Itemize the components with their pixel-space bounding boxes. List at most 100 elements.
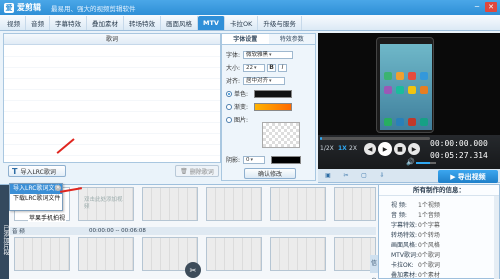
tab-transitions[interactable]: 转场特效 [124, 16, 161, 30]
fullscreen-icon[interactable]: ▢ [360, 172, 368, 180]
delete-lyrics-label: 删除歌词 [189, 168, 214, 176]
info-value: 1个音频 [418, 212, 440, 219]
size-select[interactable]: 22▾ [243, 63, 266, 72]
speed-normal[interactable]: 1X [338, 145, 347, 152]
empty-clip-slot[interactable] [78, 237, 134, 271]
app-name: 爱剪辑 [17, 3, 41, 12]
playback-progress[interactable] [320, 137, 430, 140]
tab-audio[interactable]: 音频 [26, 16, 50, 30]
shadow-label: 阴影: [226, 157, 241, 164]
export-toolbar: ▣ ✂ ▢ ⇩ ▶ 导出视频 [318, 169, 500, 183]
play-icon[interactable]: ▶ [378, 142, 392, 156]
export-video-button[interactable]: ▶ 导出视频 [438, 170, 498, 183]
info-row: MTV歌词: 0个歌词 [391, 250, 440, 259]
align-select[interactable]: 居中对齐▾ [243, 76, 286, 85]
app-tile [396, 72, 404, 80]
tab-mtv[interactable]: MTV [198, 16, 225, 30]
tab-karaoke[interactable]: 卡拉OK [225, 16, 259, 30]
font-settings-panel: 字体设置 特效参数 字体: 微软雅黑▾ 大小: 22▾ B I 对齐: 居中对齐… [221, 33, 316, 181]
info-row: 叠加素材: 0个素材 [391, 270, 440, 279]
size-value: 22 [246, 64, 254, 71]
tab-video[interactable]: 视频 [2, 16, 26, 30]
bold-button[interactable]: B [267, 63, 277, 72]
confirm-button[interactable]: 确认修改 [244, 168, 296, 179]
tab-subtitle-effects[interactable]: 字幕特效 [50, 16, 87, 30]
app-tagline: 最易用、强大的视频剪辑软件 [51, 4, 136, 13]
image-label: 图片: [234, 117, 249, 124]
info-value: 1个视频 [418, 202, 440, 209]
image-radio[interactable] [226, 116, 232, 123]
empty-clip-slot[interactable] [334, 187, 376, 221]
delete-lyrics-button[interactable]: 🗑 删除歌词 [175, 165, 219, 177]
clip-caption: 苹果手机拍视 [28, 213, 67, 222]
text-icon: T [12, 166, 18, 176]
app-tile [420, 86, 428, 94]
app-tile [384, 86, 392, 94]
empty-clip-slot[interactable] [206, 237, 262, 271]
font-select[interactable]: 微软雅黑▾ [243, 50, 294, 59]
audio-track[interactable]: 音 频 [10, 227, 376, 235]
download-icon[interactable]: ⇩ [378, 172, 386, 180]
volume-fill [416, 162, 430, 164]
gradient-swatch[interactable] [254, 102, 293, 111]
info-row: 视 频: 1个视频 [391, 200, 440, 209]
tab-effect-params[interactable]: 特效参数 [269, 34, 316, 44]
single-color-radio[interactable] [226, 90, 232, 97]
shadow-select[interactable]: 0▾ [243, 155, 266, 164]
empty-clip-slot[interactable] [270, 187, 326, 221]
volume-slider[interactable] [416, 162, 436, 164]
app-tile [420, 118, 428, 126]
next-frame-icon[interactable]: ▶ [408, 143, 420, 155]
timeline-side-tab[interactable]: 已添加片段 [0, 185, 9, 279]
gradient-radio[interactable] [226, 103, 232, 110]
shadow-color-swatch[interactable] [271, 155, 302, 164]
close-button[interactable]: ✕ [485, 2, 497, 12]
scissors-icon[interactable]: ✂ [342, 172, 350, 180]
empty-clip-slot[interactable] [270, 237, 326, 271]
info-value: 0个风格 [418, 242, 440, 249]
tab-upgrade[interactable]: 升级与服务 [258, 16, 302, 30]
speed-double[interactable]: 2X [349, 145, 357, 152]
empty-clip-slot[interactable] [142, 187, 198, 221]
tab-overlay[interactable]: 叠加素材 [87, 16, 124, 30]
image-preview[interactable] [262, 122, 300, 148]
tab-font-settings[interactable]: 字体设置 [222, 34, 269, 44]
size-label: 大小: [226, 65, 241, 72]
info-scrollbar[interactable] [494, 196, 499, 279]
minimize-button[interactable]: ─ [471, 2, 483, 12]
tab-styles[interactable]: 画面风格 [161, 16, 198, 30]
single-color-label: 单色: [234, 91, 249, 98]
volume-icon[interactable]: 🔊 [406, 158, 415, 166]
add-video-hint: 双击此处添加视频 [84, 197, 123, 210]
empty-clip-slot[interactable] [14, 237, 70, 271]
app-tile [384, 118, 392, 126]
info-row: 画面风格: 0个风格 [391, 240, 440, 249]
lyrics-list[interactable]: 歌词 [3, 33, 221, 163]
total-time: 00:05:27.314 [430, 151, 488, 160]
info-value: 0个歌词 [418, 262, 440, 269]
audio-track-label: 音 频 [12, 229, 25, 235]
stop-icon[interactable]: ■ [394, 143, 406, 155]
prev-frame-icon[interactable]: ◀ [364, 143, 376, 155]
speed-half[interactable]: 1/2X [320, 145, 334, 152]
info-value: 0个歌词 [418, 252, 440, 259]
snapshot-icon[interactable]: ▣ [324, 172, 332, 180]
cut-icon[interactable]: ✂ [185, 262, 201, 278]
app-tile [408, 72, 416, 80]
timeline-side-label: 已添加片段 [2, 225, 9, 255]
align-value: 居中对齐 [246, 77, 269, 84]
single-color-swatch[interactable] [254, 89, 293, 98]
italic-button[interactable]: I [278, 63, 288, 72]
import-lrc-label: 导入LRC歌词 [20, 168, 56, 176]
info-side-button[interactable]: 信息 [370, 255, 378, 279]
menu-item-download-lrc-file[interactable]: 下载LRC歌词文件 [10, 194, 62, 204]
window-controls: ─ ✕ [471, 2, 497, 12]
app-tile [408, 118, 416, 126]
empty-clip-slot[interactable] [206, 187, 262, 221]
info-key: 叠加素材: [391, 272, 418, 279]
info-title: 所有制作的信息： [379, 185, 499, 196]
import-lrc-button[interactable]: T 导入LRC歌词 [8, 165, 66, 177]
chevron-down-icon: ▾ [254, 64, 257, 71]
current-time: 00:00:00.000 [430, 139, 488, 148]
chevron-down-icon: ▾ [269, 51, 272, 58]
